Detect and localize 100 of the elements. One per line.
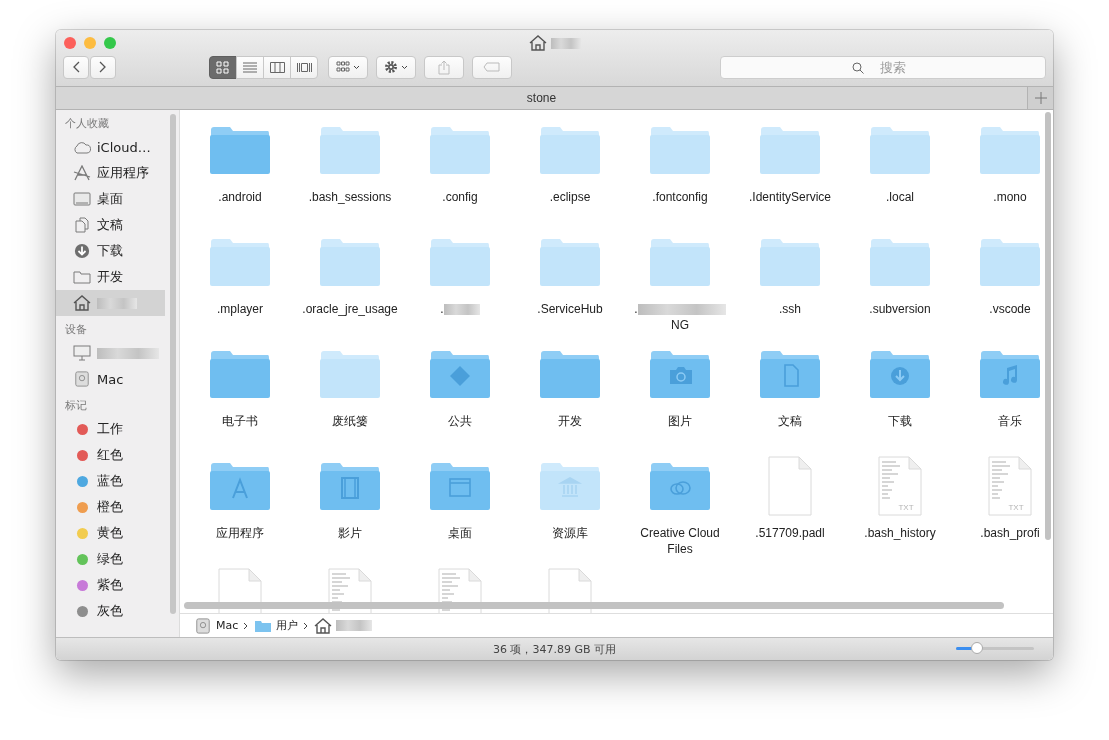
file-name: 下载 (888, 414, 912, 428)
file-name: 资源库 (552, 526, 588, 540)
file-name: 影片 (338, 526, 362, 540)
file-name: .local (886, 190, 914, 204)
sidebar-label: 灰色 (97, 602, 123, 620)
back-button[interactable] (63, 55, 89, 79)
apps-icon (73, 165, 91, 181)
search-icon (852, 61, 864, 74)
sidebar-item[interactable]: 文稿 (56, 212, 165, 238)
sidebar-heading: 标记 (64, 398, 88, 414)
file-name: .bash_history (864, 526, 936, 540)
settings-button[interactable] (376, 55, 416, 79)
grid-icon (215, 60, 231, 74)
file-name: .android (218, 190, 262, 204)
sidebar-item[interactable]: 下载 (56, 238, 165, 264)
sidebar-item[interactable]: 绿色 (56, 546, 165, 572)
sidebar-item[interactable]: 桌面 (56, 186, 165, 212)
text-file-icon: TXT (988, 456, 1032, 516)
sidebar-label: 应用程序 (97, 164, 149, 182)
sidebar-item[interactable]: 紫色 (56, 572, 165, 598)
home-icon (528, 35, 547, 51)
file-name: .oracle_jre_usage (302, 302, 398, 316)
file-name: 音乐 (998, 414, 1022, 428)
file-name: . (440, 302, 444, 316)
cover-flow-icon (296, 60, 312, 74)
file-name: 公共 (448, 414, 472, 428)
folder-icon (73, 269, 91, 285)
file-name: 图片 (668, 414, 692, 428)
sidebar-item[interactable]: 灰色 (56, 598, 165, 624)
sidebar-item[interactable] (56, 290, 165, 316)
file-name: .fontconfig (652, 190, 708, 204)
cloud-icon (73, 139, 91, 155)
chevron-left-icon (72, 61, 80, 73)
path-item[interactable]: Mac (194, 617, 239, 634)
file-name: .ServiceHub (537, 302, 603, 316)
scrollbar[interactable] (184, 602, 1004, 609)
chevron-icon (303, 621, 310, 630)
sidebar-item[interactable]: 黄色 (56, 520, 165, 546)
download-icon (73, 243, 91, 259)
sidebar-label: 工作 (97, 420, 123, 438)
close-button[interactable] (64, 37, 76, 49)
scrollbar[interactable] (170, 114, 176, 614)
file-name: 电子书 (222, 414, 258, 428)
sidebar-label: 下载 (97, 242, 123, 260)
document-icon (768, 456, 812, 516)
sidebar-label: 文稿 (97, 216, 123, 234)
file-name: 应用程序 (216, 526, 264, 540)
arrange-button[interactable] (328, 55, 368, 79)
search-field[interactable]: 搜索 (720, 55, 1046, 79)
file-name: .bash_profi (980, 526, 1040, 540)
text-file-icon: TXT (878, 456, 922, 516)
file-name: 桌面 (448, 526, 472, 540)
minimize-button[interactable] (84, 37, 96, 49)
plus-icon (1034, 92, 1047, 104)
caret-icon (401, 64, 408, 70)
sidebar-heading: 设备 (64, 322, 88, 338)
sidebar-item[interactable]: 红色 (56, 442, 165, 468)
file-name: . (634, 302, 638, 316)
sidebar-label: iCloud… (97, 139, 151, 155)
forward-button[interactable] (90, 55, 116, 79)
sidebar-item[interactable]: 橙色 (56, 494, 165, 520)
sidebar-item[interactable]: 蓝色 (56, 468, 165, 494)
sidebar-item[interactable]: 应用程序 (56, 160, 165, 186)
home-icon (73, 295, 91, 311)
file-name: .IdentityService (748, 190, 831, 204)
file-name: .mplayer (217, 302, 263, 316)
file-name: .eclipse (549, 190, 591, 204)
sidebar-item[interactable]: iCloud… (56, 134, 165, 160)
tag-icon (483, 62, 501, 72)
sidebar-item[interactable]: 工作 (56, 416, 165, 442)
sidebar-label: 红色 (97, 446, 123, 464)
sidebar-label: 蓝色 (97, 472, 123, 490)
file-name: .mono (993, 190, 1027, 204)
computer-icon (73, 345, 91, 361)
path-item[interactable] (314, 617, 373, 634)
sidebar-label: 橙色 (97, 498, 123, 516)
share-button[interactable] (424, 55, 464, 79)
file-name: .vscode (989, 302, 1031, 316)
sidebar-item[interactable]: Mac (56, 366, 165, 392)
grid-icon (336, 61, 350, 73)
tag-button[interactable] (472, 55, 512, 79)
file-name: 废纸篓 (332, 414, 368, 428)
caret-icon (353, 64, 360, 70)
sidebar-label: 桌面 (97, 190, 123, 208)
tab[interactable]: stone (56, 87, 1027, 109)
list-icon (242, 60, 258, 74)
zoom-button[interactable] (104, 37, 116, 49)
path-item[interactable]: 用户 (254, 617, 299, 634)
sidebar-item[interactable]: 开发 (56, 264, 165, 290)
file-name: NG (671, 318, 689, 332)
sidebar-label: Mac (97, 371, 124, 387)
home-icon (314, 617, 333, 634)
file-name: .subversion (869, 302, 931, 316)
chevron-icon (243, 621, 250, 630)
file-name: .ssh (779, 302, 801, 316)
view-mode-button[interactable] (209, 55, 237, 79)
sidebar-label: 开发 (97, 268, 123, 286)
scrollbar[interactable] (1045, 112, 1051, 540)
gear-icon (384, 60, 398, 74)
file-name: 文稿 (778, 414, 802, 428)
